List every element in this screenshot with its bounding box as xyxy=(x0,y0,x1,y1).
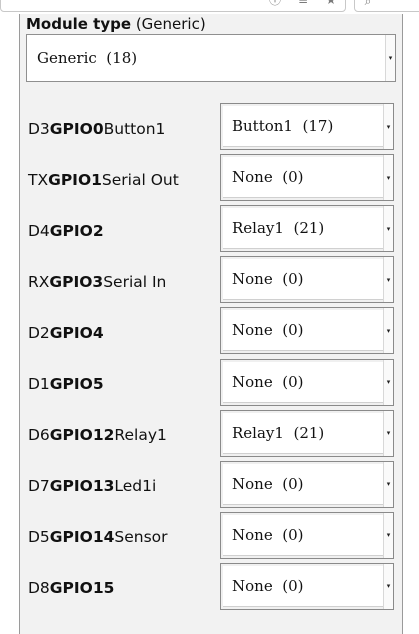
select-field: None (0) xyxy=(223,259,391,301)
gpio-name: GPIO4 xyxy=(49,323,104,342)
dropdown-arrow-icon: ▾ xyxy=(385,35,395,81)
pin-name: TX xyxy=(28,170,49,189)
gpio-function-select[interactable]: Button1 (17) ▾ xyxy=(220,103,394,150)
dropdown-arrow-icon: ▾ xyxy=(383,104,393,149)
gpio-function-select[interactable]: None (0) ▾ xyxy=(220,460,394,508)
dropdown-arrow-icon: ▾ xyxy=(383,257,393,303)
gpio-row: D5 GPIO14 Sensor None (0) ▾ xyxy=(19,511,403,563)
select-field: None (0) xyxy=(223,565,391,607)
select-field: None (0) xyxy=(223,514,391,556)
gpio-name: GPIO1 xyxy=(48,170,102,189)
gpio-function-select[interactable]: Relay1 (21) ▾ xyxy=(220,409,394,457)
dropdown-arrow-icon: ▾ xyxy=(383,563,393,609)
gpio-row: D2 GPIO4 None (0) ▾ xyxy=(19,307,403,358)
gpio-function-value: None (0) xyxy=(232,576,304,595)
gpio-label: RX GPIO3 Serial In xyxy=(28,256,166,307)
gpio-label: D1 GPIO5 xyxy=(28,359,104,410)
select-field: None (0) xyxy=(223,463,391,505)
gpio-name: GPIO15 xyxy=(49,579,115,598)
module-type-label-rest: (Generic) xyxy=(131,15,206,33)
gpio-label: D4 GPIO2 xyxy=(28,205,104,256)
gpio-name: GPIO2 xyxy=(49,221,104,240)
gpio-label: TX GPIO1 Serial Out xyxy=(28,154,179,205)
address-bar[interactable] xyxy=(0,0,346,12)
gpio-row: D4 GPIO2 Relay1 (21) ▾ xyxy=(19,205,403,256)
gpio-description: Serial Out xyxy=(101,170,179,189)
pin-name: D3 xyxy=(28,119,50,138)
gpio-function-value: None (0) xyxy=(232,270,304,289)
select-field: Relay1 (21) xyxy=(223,412,391,454)
pin-name: D6 xyxy=(28,426,50,445)
search-icon: ⌕ xyxy=(364,0,372,8)
gpio-function-value: Relay1 (21) xyxy=(232,423,325,442)
gpio-description: Led1i xyxy=(114,477,157,496)
gpio-name: GPIO0 xyxy=(49,119,104,138)
gpio-function-select[interactable]: None (0) ▾ xyxy=(220,511,394,559)
pin-name: D2 xyxy=(28,323,50,342)
module-type-label: Module type (Generic) xyxy=(26,14,206,34)
pin-name: D7 xyxy=(28,477,50,496)
module-type-label-bold: Module type xyxy=(26,15,132,33)
gpio-row: RX GPIO3 Serial In None (0) ▾ xyxy=(19,256,403,307)
gpio-name: GPIO5 xyxy=(49,375,104,393)
gpio-function-select[interactable]: None (0) ▾ xyxy=(220,358,394,406)
dropdown-arrow-icon: ▾ xyxy=(383,206,393,252)
gpio-row: D1 GPIO5 None (0) ▾ xyxy=(19,358,403,410)
gpio-label: D6 GPIO12 Relay1 xyxy=(28,410,167,461)
gpio-function-value: None (0) xyxy=(232,321,304,340)
gpio-row: D6 GPIO12 Relay1 Relay1 (21) ▾ xyxy=(19,409,403,461)
gpio-description: Serial In xyxy=(103,272,167,291)
gpio-label: D7 GPIO13 Led1i xyxy=(28,461,156,512)
gpio-function-value: Button1 (17) xyxy=(232,117,334,135)
select-field: None (0) xyxy=(223,310,391,352)
gpio-function-value: None (0) xyxy=(232,525,304,544)
gpio-label: D5 GPIO14 Sensor xyxy=(28,512,168,563)
gpio-function-select[interactable]: None (0) ▾ xyxy=(220,307,394,355)
gpio-label: D3 GPIO0 Button1 xyxy=(28,103,165,154)
select-field: None (0) xyxy=(223,157,391,199)
dropdown-arrow-icon: ▾ xyxy=(383,359,393,405)
gpio-function-value: None (0) xyxy=(232,168,304,187)
gpio-row: D7 GPIO13 Led1i None (0) ▾ xyxy=(19,460,403,512)
gpio-function-select[interactable]: Relay1 (21) ▾ xyxy=(220,205,394,253)
search-box[interactable]: ⌕ xyxy=(354,0,419,12)
select-field: None (0) xyxy=(223,361,391,403)
select-field: Button1 (17) xyxy=(223,106,391,147)
pin-name: RX xyxy=(28,272,50,291)
gpio-row: D3 GPIO0 Button1 Button1 (17) ▾ xyxy=(19,103,403,154)
library-icon[interactable]: ≡ xyxy=(296,0,310,7)
pin-name: D4 xyxy=(28,221,50,240)
gpio-function-value: None (0) xyxy=(232,474,304,493)
gpio-name: GPIO14 xyxy=(49,528,115,547)
dropdown-arrow-icon: ▾ xyxy=(383,461,393,507)
browser-toolbar: ⓘ ≡ ★ ⌕ xyxy=(0,0,419,14)
gpio-label: D8 GPIO15 xyxy=(28,563,114,614)
gpio-row: D8 GPIO15 None (0) ▾ xyxy=(19,562,403,614)
gpio-function-select[interactable]: None (0) ▾ xyxy=(220,154,394,202)
gpio-label: D2 GPIO4 xyxy=(28,307,104,358)
gpio-name: GPIO12 xyxy=(49,426,115,445)
module-type-select-value: Generic (18) xyxy=(37,49,138,67)
gpio-description: Sensor xyxy=(114,528,168,547)
gpio-description: Button1 xyxy=(103,119,166,138)
gpio-function-value: Relay1 (21) xyxy=(232,219,325,238)
module-type-select[interactable]: Generic (18) ▾ xyxy=(26,34,396,82)
dropdown-arrow-icon: ▾ xyxy=(383,155,393,201)
select-field: Relay1 (21) xyxy=(223,208,391,250)
gpio-row: TX GPIO1 Serial Out None (0) ▾ xyxy=(19,154,403,205)
gpio-name: GPIO3 xyxy=(49,272,104,291)
gpio-function-select[interactable]: None (0) ▾ xyxy=(220,562,394,610)
gpio-function-select[interactable]: None (0) ▾ xyxy=(220,256,394,304)
dropdown-arrow-icon: ▾ xyxy=(383,512,393,558)
gpio-function-value: None (0) xyxy=(232,372,304,391)
pin-name: D1 xyxy=(28,375,50,393)
gpio-description: Relay1 xyxy=(114,426,167,445)
pin-name: D5 xyxy=(28,528,50,547)
bookmark-icon[interactable]: ★ xyxy=(324,0,338,7)
pin-name: D8 xyxy=(28,579,50,598)
info-icon[interactable]: ⓘ xyxy=(268,0,282,7)
dropdown-arrow-icon: ▾ xyxy=(383,308,393,354)
dropdown-arrow-icon: ▾ xyxy=(383,410,393,456)
gpio-name: GPIO13 xyxy=(49,477,115,496)
